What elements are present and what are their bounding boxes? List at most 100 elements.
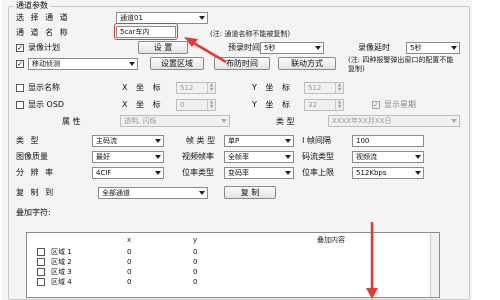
table-row[interactable]: 区域 2 0 0: [27, 258, 439, 267]
alarm-note: (注: 四种报警弹出窗口的配置不能复制): [348, 56, 454, 73]
record-plan-checkbox[interactable]: ✓: [16, 44, 24, 52]
frame-type-select[interactable]: 单P: [224, 135, 294, 147]
table-scrollbar[interactable]: [430, 233, 439, 297]
arm-time-button[interactable]: 布防时间: [214, 57, 270, 70]
record-delay-select[interactable]: 5秒: [406, 42, 460, 54]
row-name: 区域 1: [51, 248, 72, 256]
row-name: 区域 2: [51, 258, 72, 266]
prerecord-value: 5秒: [264, 44, 276, 52]
iframe-interval-label: I 帧间隔: [302, 136, 331, 145]
show-name-x-value: 512: [180, 84, 194, 92]
chevron-down-icon: [155, 139, 161, 143]
stream-kind-label: 码流类型: [302, 152, 334, 161]
channel-label: 选 择 通 道: [16, 13, 70, 22]
row-checkbox[interactable]: [37, 268, 45, 276]
show-name-x-input[interactable]: 512 ▲ ▼: [176, 82, 216, 94]
quality-select[interactable]: 最好: [92, 151, 164, 163]
chevron-down-icon: [155, 155, 161, 159]
row-name: 区域 4: [51, 278, 72, 286]
copy-target-value: 全部通道: [102, 189, 130, 197]
channel-name-label: 通 道 名 称: [16, 28, 70, 37]
spinner-icon: ▲ ▼: [335, 83, 343, 93]
iframe-interval-input[interactable]: 100: [352, 135, 424, 147]
show-name-y-input[interactable]: 512 ▲ ▼: [304, 82, 344, 94]
show-name-checkbox[interactable]: [16, 84, 24, 92]
copy-target-select[interactable]: 全部通道: [98, 187, 208, 199]
osd-type-select[interactable]: XXXX年XX月XX日: [328, 115, 460, 127]
show-name-label: 显示名称: [28, 83, 60, 92]
chevron-down-icon: [155, 171, 161, 175]
row-x: 0: [127, 278, 132, 286]
show-osd-x-input[interactable]: 0 ▲ ▼: [176, 99, 216, 111]
chevron-down-icon: [285, 155, 291, 159]
show-name-y-label: Y 坐 标: [252, 83, 293, 92]
show-osd-y-label: Y 坐 标: [252, 100, 293, 109]
bitrate-max-value: 512Kbps: [356, 169, 387, 177]
osd-attr-select[interactable]: 透明, 闪烁: [120, 115, 230, 127]
chevron-down-icon: [415, 155, 421, 159]
table-row[interactable]: 区域 3 0 0: [27, 268, 439, 277]
chevron-down-icon: [221, 119, 227, 123]
row-y: 0: [193, 268, 198, 276]
stream-type-value: 主码流: [96, 137, 117, 145]
chevron-down-icon: [129, 62, 135, 66]
spinner-icon: ▲ ▼: [207, 83, 215, 93]
copy-button[interactable]: 复 制: [224, 186, 276, 199]
record-settings-button[interactable]: 设 置: [138, 41, 188, 54]
fps-label: 视频帧率: [182, 152, 214, 161]
linkage-button[interactable]: 联动方式: [278, 57, 336, 70]
show-week-label: 显示星期: [384, 100, 416, 109]
stream-type-select[interactable]: 主码流: [92, 135, 164, 147]
show-osd-y-value: 32: [308, 101, 317, 109]
row-y: 0: [193, 248, 198, 256]
set-area-button[interactable]: 设置区域: [150, 57, 204, 70]
overlay-table: x y 叠加内容 区域 1 0 0 区域 2 0 0 区域 3 0 0 区域 4: [26, 232, 440, 298]
show-name-x-label: X 坐 标: [122, 83, 164, 92]
channel-select-value: 通道01: [120, 14, 143, 22]
spinner-icon: ▲ ▼: [335, 100, 343, 110]
table-row[interactable]: 区域 1 0 0: [27, 248, 439, 257]
row-name: 区域 3: [51, 268, 72, 276]
row-checkbox[interactable]: [37, 278, 45, 286]
frame-type-value: 单P: [228, 137, 240, 145]
row-checkbox[interactable]: [37, 248, 45, 256]
overlay-label: 叠加字符:: [16, 208, 51, 217]
row-x: 0: [127, 248, 132, 256]
resolution-label: 分 辨 率: [16, 168, 56, 177]
record-plan-label: 录像计划: [28, 43, 60, 52]
record-delay-value: 5秒: [410, 44, 422, 52]
prerecord-select[interactable]: 5秒: [260, 42, 324, 54]
resolution-select[interactable]: 4CIF: [92, 167, 164, 179]
fps-select[interactable]: 全帧率: [224, 151, 294, 163]
motion-checkbox[interactable]: ✓: [16, 60, 24, 68]
row-checkbox[interactable]: [37, 258, 45, 266]
row-y: 0: [193, 258, 198, 266]
show-osd-label: 显示 OSD: [28, 100, 65, 109]
col-header-y: y: [193, 236, 198, 244]
stream-kind-select[interactable]: 视频流: [352, 151, 424, 163]
chevron-down-icon: [199, 191, 205, 195]
col-header-x: x: [127, 236, 132, 244]
channel-name-highlight: [114, 23, 178, 40]
stream-kind-value: 视频流: [356, 153, 377, 161]
show-osd-x-label: X 坐 标: [122, 100, 164, 109]
fps-value: 全帧率: [228, 153, 249, 161]
show-osd-y-input[interactable]: 32 ▲ ▼: [304, 99, 344, 111]
table-row[interactable]: 区域 4 0 0: [27, 278, 439, 287]
channel-name-note: (注: 通道名称不能被复制): [210, 30, 291, 38]
show-osd-x-value: 0: [180, 101, 185, 109]
quality-label: 图像质量: [16, 152, 48, 161]
chevron-down-icon: [451, 119, 457, 123]
chevron-down-icon: [285, 171, 291, 175]
alarm-type-select[interactable]: 移动侦测: [28, 58, 138, 70]
show-week-checkbox[interactable]: ✓: [372, 101, 380, 109]
channel-params-window: 通道参数 选 择 通 道 通道01 通 道 名 称 5car车内 (注: 通道名…: [2, 0, 472, 300]
copy-to-label: 复 制 到: [16, 188, 56, 197]
show-osd-checkbox[interactable]: [16, 101, 24, 109]
stream-type-label: 类 型: [16, 136, 41, 145]
bitrate-max-select[interactable]: 512Kbps: [352, 167, 424, 179]
bitrate-max-label: 位率上限: [302, 168, 334, 177]
bitrate-type-select[interactable]: 变码率: [224, 167, 294, 179]
chevron-down-icon: [285, 139, 291, 143]
osd-type-value: XXXX年XX月XX日: [332, 117, 392, 125]
